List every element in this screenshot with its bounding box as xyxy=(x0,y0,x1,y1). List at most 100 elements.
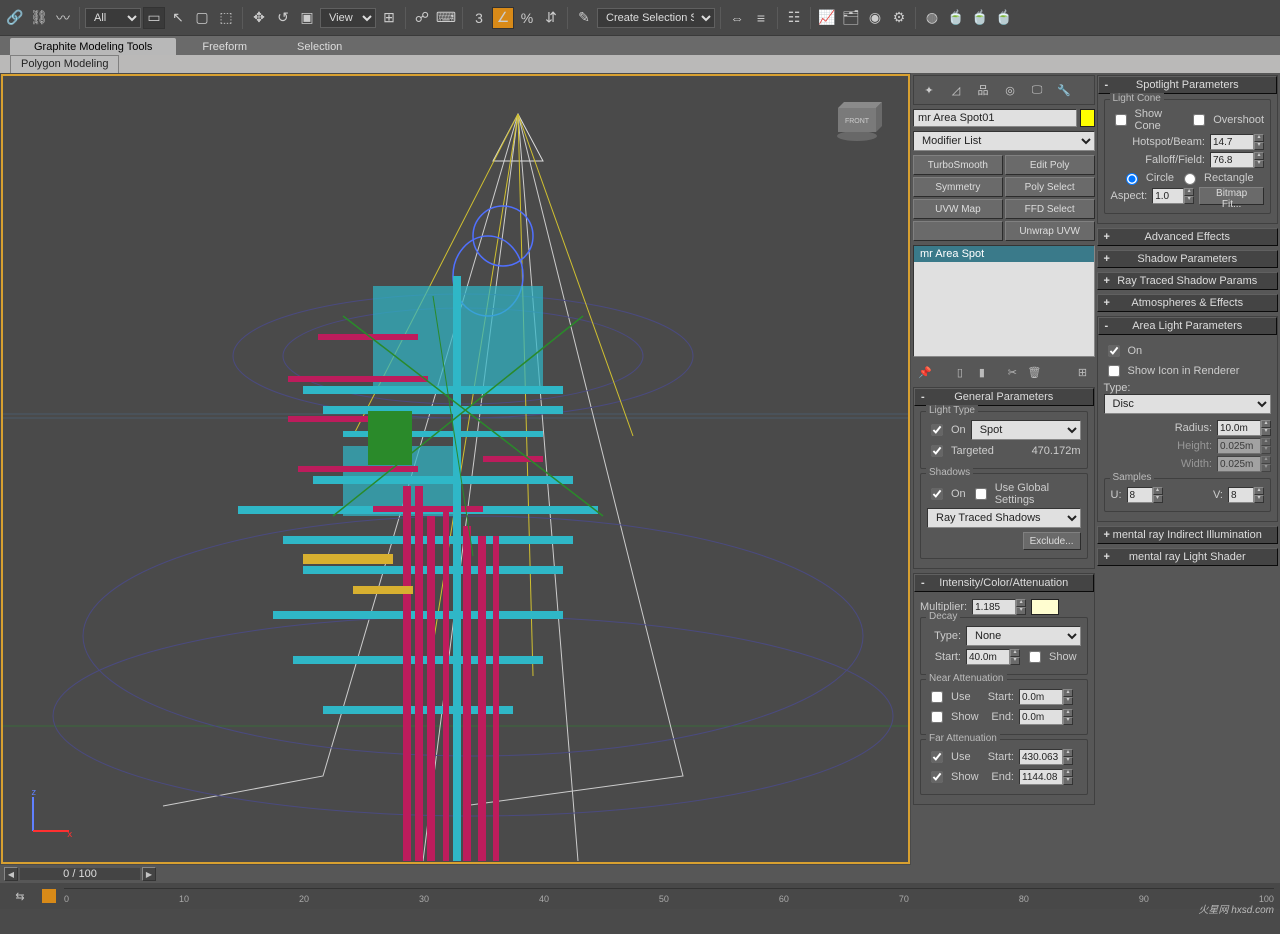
bitmap-fit-button[interactable]: Bitmap Fit... xyxy=(1199,187,1264,205)
mod-blank-button[interactable] xyxy=(913,221,1003,241)
modifier-stack[interactable]: mr Area Spot xyxy=(913,245,1095,357)
area-width-input[interactable] xyxy=(1217,456,1261,472)
mod-unwrapuvw-button[interactable]: Unwrap UVW xyxy=(1005,221,1095,241)
teapot-render3-icon[interactable]: 🍵 xyxy=(993,7,1015,29)
ribbon-tab-freeform[interactable]: Freeform xyxy=(178,38,271,55)
hierarchy-tab-icon[interactable]: 品 xyxy=(971,79,995,101)
object-color-swatch[interactable] xyxy=(1080,109,1095,127)
aspect-input[interactable] xyxy=(1152,188,1184,204)
motion-tab-icon[interactable]: ◎ xyxy=(998,79,1022,101)
use-global-checkbox[interactable] xyxy=(975,488,987,500)
schematic-icon[interactable]: 🗂 xyxy=(840,7,862,29)
angle-snap-icon[interactable]: ∠ xyxy=(492,7,514,29)
modify-tab-icon[interactable]: ◿ xyxy=(944,79,968,101)
key-mode-icon[interactable]: ⇆ xyxy=(6,887,34,905)
v-input[interactable] xyxy=(1228,487,1254,503)
exclude-button[interactable]: Exclude... xyxy=(1023,532,1081,550)
link-icon[interactable]: 🔗 xyxy=(4,7,26,29)
display-tab-icon[interactable]: 🖵 xyxy=(1025,79,1049,101)
cone-rect-radio[interactable] xyxy=(1184,173,1196,185)
select-region-icon[interactable]: ▢ xyxy=(191,7,213,29)
lasso-icon[interactable]: ⬚ xyxy=(215,7,237,29)
rollout-header-area-light[interactable]: -Area Light Parameters xyxy=(1098,317,1278,335)
falloff-input[interactable] xyxy=(1210,152,1254,168)
rollout-header-raytrace-shadow[interactable]: +Ray Traced Shadow Params xyxy=(1097,272,1279,290)
render-setup-icon[interactable]: ⚙ xyxy=(888,7,910,29)
near-show-checkbox[interactable] xyxy=(931,711,943,723)
rotate-icon[interactable]: ↺ xyxy=(272,7,294,29)
teapot-render-icon[interactable]: 🍵 xyxy=(945,7,967,29)
far-start-input[interactable] xyxy=(1019,749,1063,765)
far-use-checkbox[interactable] xyxy=(931,751,943,763)
pivot-icon[interactable]: ⊞ xyxy=(378,7,400,29)
rollout-header-atmos[interactable]: +Atmospheres & Effects xyxy=(1097,294,1279,312)
rollout-header-adv-effects[interactable]: +Advanced Effects xyxy=(1097,228,1279,246)
percent-snap-icon[interactable]: % xyxy=(516,7,538,29)
near-use-checkbox[interactable] xyxy=(931,691,943,703)
targeted-checkbox[interactable] xyxy=(931,445,943,457)
snap3-icon[interactable]: 3 xyxy=(468,7,490,29)
create-tab-icon[interactable]: ✦ xyxy=(917,79,941,101)
overshoot-checkbox[interactable] xyxy=(1193,114,1205,126)
far-show-checkbox[interactable] xyxy=(931,771,943,783)
rollout-header-mr-shader[interactable]: +mental ray Light Shader xyxy=(1097,548,1279,566)
teapot-render2-icon[interactable]: 🍵 xyxy=(969,7,991,29)
near-start-input[interactable] xyxy=(1019,689,1063,705)
timeline-track[interactable]: 0 10 20 30 40 50 60 70 80 90 100 xyxy=(64,888,1274,904)
ribbon-tab-selection[interactable]: Selection xyxy=(273,38,366,55)
wave-icon[interactable]: 〰 xyxy=(52,7,74,29)
cone-circle-radio[interactable] xyxy=(1126,173,1138,185)
render-frame-icon[interactable]: ◍ xyxy=(921,7,943,29)
stack-item[interactable]: mr Area Spot xyxy=(914,246,1094,262)
light-color-swatch[interactable] xyxy=(1031,599,1059,615)
rollout-header-mr-indirect[interactable]: +mental ray Indirect Illumination xyxy=(1097,526,1279,544)
ref-coord-dropdown[interactable]: View xyxy=(320,8,376,28)
light-on-checkbox[interactable] xyxy=(931,424,943,436)
remove-mod-icon[interactable]: ✂ xyxy=(1003,364,1021,380)
select-object-icon[interactable]: ▭ xyxy=(143,7,165,29)
object-name-input[interactable] xyxy=(913,109,1077,127)
named-selection-dropdown[interactable]: Create Selection Se xyxy=(597,8,715,28)
spinner-snap-icon[interactable]: ⇵ xyxy=(540,7,562,29)
cursor-icon[interactable]: ↖ xyxy=(167,7,189,29)
mod-editpoly-button[interactable]: Edit Poly xyxy=(1005,155,1095,175)
shadows-on-checkbox[interactable] xyxy=(931,488,943,500)
make-unique-icon[interactable]: ▮ xyxy=(973,364,991,380)
ribbon-tab-graphite[interactable]: Graphite Modeling Tools xyxy=(10,38,176,55)
scale-icon[interactable]: ▣ xyxy=(296,7,318,29)
radius-input[interactable] xyxy=(1217,420,1261,436)
area-type-dropdown[interactable]: Disc xyxy=(1104,394,1272,414)
decay-start-input[interactable] xyxy=(966,649,1010,665)
show-cone-checkbox[interactable] xyxy=(1115,114,1127,126)
subtab-polygon-modeling[interactable]: Polygon Modeling xyxy=(10,55,119,73)
area-height-input[interactable] xyxy=(1217,438,1261,454)
trash-icon[interactable]: 🗑 xyxy=(1025,364,1043,380)
pin-stack-icon[interactable]: 📌 xyxy=(916,364,934,380)
shadow-type-dropdown[interactable]: Ray Traced Shadows xyxy=(927,508,1081,528)
viewport[interactable]: FRONT xyxy=(1,74,910,864)
mod-turbosmooth-button[interactable]: TurboSmooth xyxy=(913,155,1003,175)
mod-uvwmap-button[interactable]: UVW Map xyxy=(913,199,1003,219)
show-icon-checkbox[interactable] xyxy=(1108,365,1120,377)
u-input[interactable] xyxy=(1127,487,1153,503)
rollout-header-shadow-params[interactable]: +Shadow Parameters xyxy=(1097,250,1279,268)
mod-symmetry-button[interactable]: Symmetry xyxy=(913,177,1003,197)
selection-filter-dropdown[interactable]: All xyxy=(85,8,141,28)
curve-editor-icon[interactable]: 📈 xyxy=(816,7,838,29)
configure-sets-icon[interactable]: ⊞ xyxy=(1074,364,1092,380)
utilities-tab-icon[interactable]: 🔧 xyxy=(1052,79,1076,101)
rollout-header-spotlight[interactable]: -Spotlight Parameters xyxy=(1098,76,1278,94)
decay-show-checkbox[interactable] xyxy=(1029,651,1041,663)
manip-icon[interactable]: ☍ xyxy=(411,7,433,29)
rollout-header-general[interactable]: -General Parameters xyxy=(914,388,1094,406)
rollout-header-intensity[interactable]: -Intensity/Color/Attenuation xyxy=(914,574,1094,592)
mod-polyselect-button[interactable]: Poly Select xyxy=(1005,177,1095,197)
light-type-dropdown[interactable]: Spot xyxy=(971,420,1081,440)
multiplier-input[interactable] xyxy=(972,599,1016,615)
scroll-left-button[interactable]: ◀ xyxy=(4,867,18,881)
timeline-marker[interactable] xyxy=(42,889,56,903)
area-on-checkbox[interactable] xyxy=(1108,345,1120,357)
far-end-input[interactable] xyxy=(1019,769,1063,785)
show-end-result-icon[interactable]: ▯ xyxy=(951,364,969,380)
named-sel-icon[interactable]: ✎ xyxy=(573,7,595,29)
